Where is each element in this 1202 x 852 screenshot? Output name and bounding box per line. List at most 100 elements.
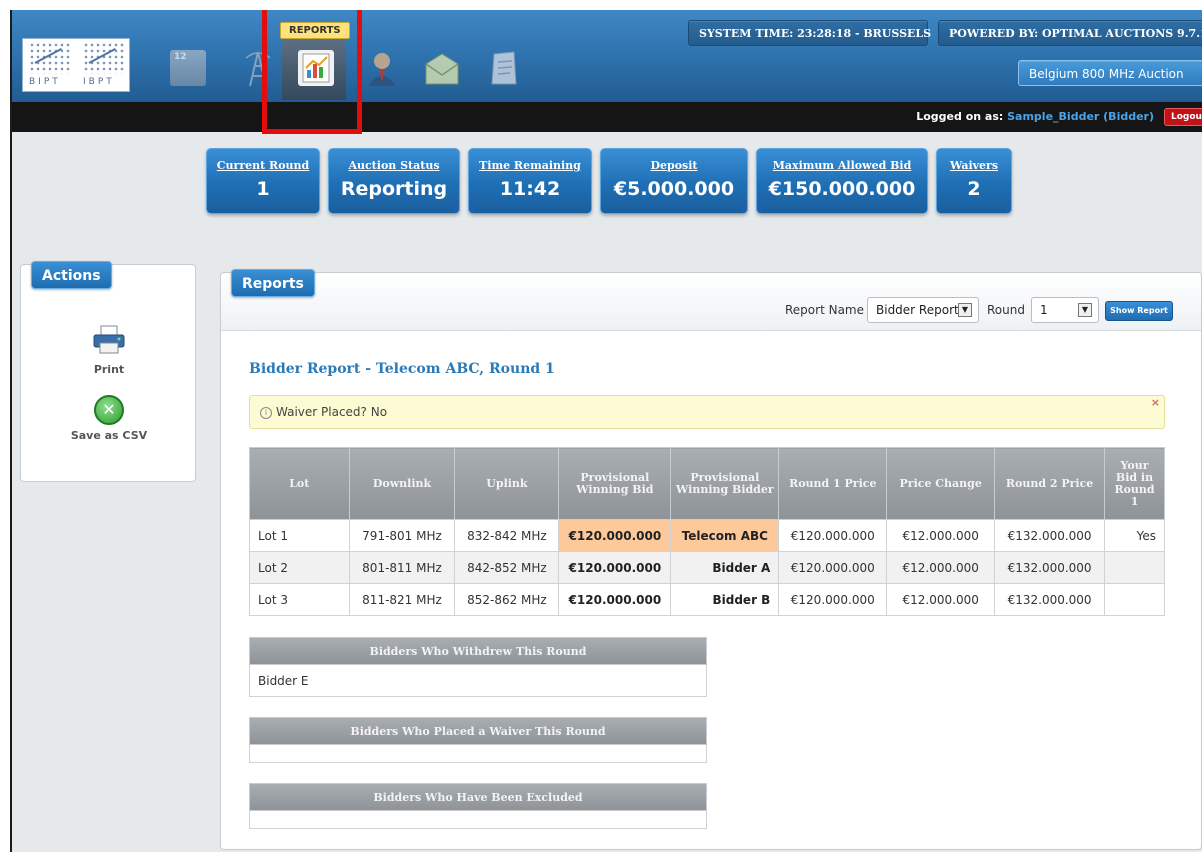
waiver-bidders-table: Bidders Who Placed a Waiver This Round: [249, 717, 707, 763]
table-cell: 811-821 MHz: [348, 583, 456, 616]
table-cell: €12.000.000: [886, 583, 996, 616]
waivers-stat: Waivers 2: [936, 148, 1012, 214]
person-icon[interactable]: [362, 48, 402, 88]
waiver-alert: i Waiver Placed? No ×: [249, 395, 1165, 429]
column-header: Provisional Winning Bidder: [670, 447, 780, 520]
waiver-alert-message: Waiver Placed? No: [276, 405, 388, 419]
report-name-select[interactable]: Bidder Report ▼: [867, 297, 979, 323]
tower-icon[interactable]: [238, 48, 278, 88]
save-csv-action[interactable]: ✕ Save as CSV: [21, 395, 197, 442]
current-round-label[interactable]: Current Round: [207, 159, 319, 172]
table-cell: Bidder B: [670, 583, 780, 616]
table-cell: €120.000.000: [778, 519, 888, 552]
deposit-value: €5.000.000: [613, 178, 735, 200]
chevron-down-icon[interactable]: ▼: [1078, 303, 1092, 317]
column-header: Downlink: [348, 447, 456, 520]
logged-on-user[interactable]: Sample_Bidder (Bidder): [1007, 110, 1154, 123]
table-cell: €120.000.000: [558, 519, 672, 552]
reports-nav-tab[interactable]: [282, 40, 346, 100]
calendar-icon[interactable]: 12: [170, 50, 206, 86]
withdrew-bidders-value: Bidder E: [249, 665, 707, 697]
powered-by-badge: POWERED BY: OPTIMAL AUCTIONS 9.7.19: [938, 20, 1202, 46]
waiver-bidders-header: Bidders Who Placed a Waiver This Round: [249, 717, 707, 745]
table-cell: Telecom ABC: [670, 519, 780, 552]
lots-table: Lot Downlink Uplink Provisional Winning …: [249, 447, 1165, 616]
table-cell: €120.000.000: [778, 551, 888, 584]
table-cell: [1104, 551, 1165, 584]
actions-title: Actions: [31, 261, 112, 289]
table-cell: €12.000.000: [886, 519, 996, 552]
table-cell: €132.000.000: [994, 519, 1106, 552]
save-csv-label[interactable]: Save as CSV: [21, 429, 197, 442]
logo-text-right: IBPT: [83, 77, 115, 87]
table-cell: [1104, 583, 1165, 616]
table-cell: Lot 3: [249, 583, 350, 616]
login-bar: Logged on as: Sample_Bidder (Bidder) Log…: [12, 102, 1202, 132]
table-cell: Yes: [1104, 519, 1165, 552]
waivers-label[interactable]: Waivers: [937, 159, 1011, 172]
auction-status-label[interactable]: Auction Status: [329, 159, 459, 172]
close-icon[interactable]: ×: [1151, 396, 1160, 409]
bipt-logo: BIPT IBPT: [22, 38, 130, 92]
table-cell: €120.000.000: [778, 583, 888, 616]
logout-button[interactable]: Logout: [1164, 108, 1202, 126]
time-remaining-label[interactable]: Time Remaining: [469, 159, 591, 172]
report-name-label: Report Name: [785, 303, 864, 317]
waiver-bidders-value: [249, 745, 707, 763]
table-row: Lot 1 791-801 MHz 832-842 MHz €120.000.0…: [249, 519, 1165, 552]
table-header-row: Lot Downlink Uplink Provisional Winning …: [249, 447, 1165, 520]
table-cell: €120.000.000: [558, 551, 672, 584]
reports-title: Reports: [231, 269, 315, 297]
reports-tooltip: REPORTS: [280, 22, 350, 39]
max-allowed-bid-value: €150.000.000: [768, 178, 916, 200]
report-name-value: Bidder Report: [876, 303, 959, 317]
table-cell: €132.000.000: [994, 583, 1106, 616]
column-header: Lot: [249, 447, 350, 520]
auction-status-value: Reporting: [340, 178, 448, 200]
logged-on-text: Logged on as: Sample_Bidder (Bidder): [916, 110, 1154, 123]
auction-name-button[interactable]: Belgium 800 MHz Auction: [1018, 60, 1202, 86]
deposit-label[interactable]: Deposit: [601, 159, 747, 172]
chevron-down-icon[interactable]: ▼: [958, 303, 972, 317]
table-cell: 801-811 MHz: [348, 551, 456, 584]
print-action[interactable]: Print: [21, 325, 197, 376]
table-cell: €120.000.000: [558, 583, 672, 616]
max-allowed-bid-label[interactable]: Maximum Allowed Bid: [757, 159, 927, 172]
logo-text-left: BIPT: [29, 77, 61, 87]
excluded-bidders-header: Bidders Who Have Been Excluded: [249, 783, 707, 811]
time-remaining-stat: Time Remaining 11:42: [468, 148, 592, 214]
table-row: Lot 2 801-811 MHz 842-852 MHz €120.000.0…: [249, 551, 1165, 584]
show-report-button[interactable]: Show Report: [1105, 301, 1173, 321]
round-select[interactable]: 1 ▼: [1031, 297, 1099, 323]
mail-icon[interactable]: [422, 48, 462, 88]
table-cell: 832-842 MHz: [454, 519, 560, 552]
column-header: Provisional Winning Bid: [558, 447, 672, 520]
current-round-stat: Current Round 1: [206, 148, 320, 214]
csv-icon[interactable]: ✕: [94, 395, 124, 425]
table-cell: €12.000.000: [886, 551, 996, 584]
reports-icon[interactable]: [298, 50, 334, 86]
waivers-value: 2: [967, 178, 981, 200]
table-cell: €132.000.000: [994, 551, 1106, 584]
table-cell: Bidder A: [670, 551, 780, 584]
excluded-bidders-value: [249, 811, 707, 829]
print-label[interactable]: Print: [21, 363, 197, 376]
auction-status-stat: Auction Status Reporting: [328, 148, 460, 214]
max-allowed-bid-stat: Maximum Allowed Bid €150.000.000: [756, 148, 928, 214]
logo-mark-right: [83, 42, 125, 74]
logo-mark-left: [29, 42, 71, 74]
calendar-day: 12: [174, 52, 187, 62]
table-row: Lot 3 811-821 MHz 852-862 MHz €120.000.0…: [249, 583, 1165, 616]
column-header: Round 2 Price: [994, 447, 1106, 520]
info-icon: i: [260, 407, 272, 419]
document-icon[interactable]: [484, 48, 524, 88]
printer-icon[interactable]: [92, 325, 126, 355]
waiver-alert-text: i Waiver Placed? No: [260, 405, 387, 419]
time-remaining-value: 11:42: [499, 178, 561, 200]
actions-panel: Actions Print ✕ Save as CSV: [20, 261, 197, 482]
withdrew-bidders-table: Bidders Who Withdrew This Round Bidder E: [249, 637, 707, 697]
report-title: Bidder Report - Telecom ABC, Round 1: [249, 361, 555, 377]
column-header: Your Bid in Round 1: [1104, 447, 1165, 520]
column-header: Uplink: [454, 447, 560, 520]
reports-toolbar: Reports Report Name Bidder Report ▼ Roun…: [221, 269, 1201, 331]
